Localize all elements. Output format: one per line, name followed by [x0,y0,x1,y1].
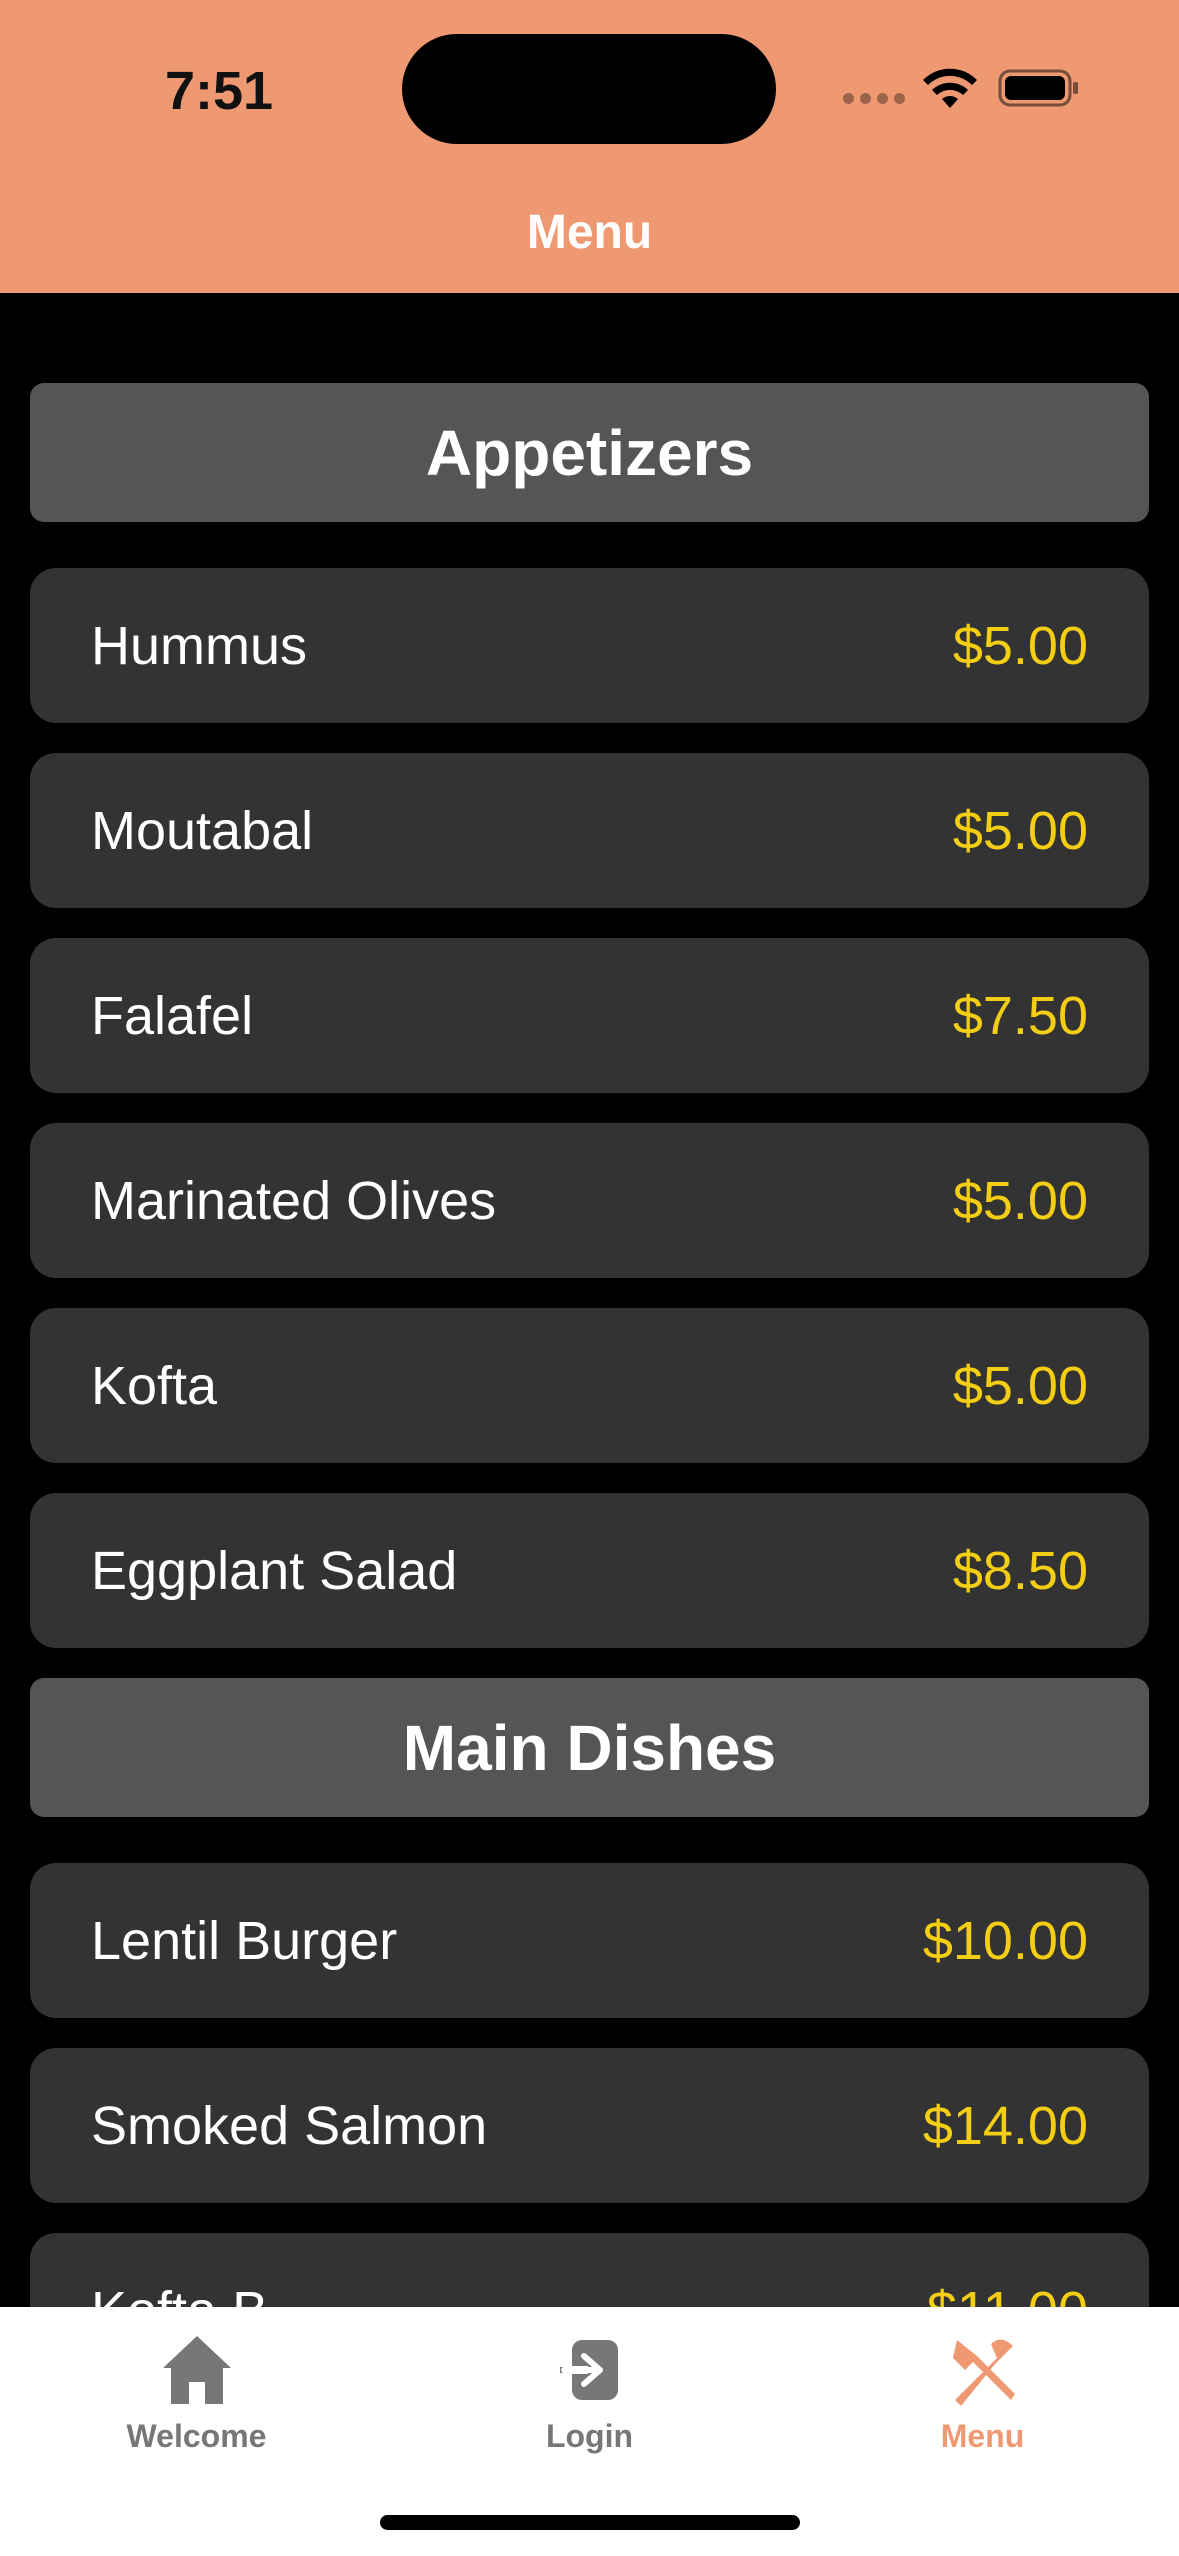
item-name: Marinated Olives [91,1170,497,1231]
item-name: Hummus [91,615,308,676]
navigation-header: 7:51 Menu [0,0,1179,293]
section-header-main-dishes: Main Dishes [30,1678,1149,1817]
menu-item[interactable]: Kofta $5.00 [30,1308,1149,1463]
page-title: Menu [526,206,653,259]
menu-item[interactable]: Moutabal $5.00 [30,753,1149,908]
item-name: Lentil Burger [91,1910,398,1971]
menu-item[interactable]: Hummus $5.00 [30,568,1149,723]
item-name: Moutabal [91,800,314,861]
menu-item[interactable]: Falafel $7.50 [30,938,1149,1093]
tab-label: Welcome [126,2418,267,2454]
fork-knife-icon [952,2339,1015,2406]
item-price: $5.00 [952,1170,1088,1231]
wifi-icon [923,68,977,108]
tab-bar: Welcome Login Menu [0,2307,1179,2556]
item-price: $14.00 [922,2095,1088,2156]
tab-menu[interactable]: Menu [786,2307,1179,2487]
item-price: $10.00 [922,1910,1088,1971]
menu-item[interactable]: Marinated Olives $5.00 [30,1123,1149,1278]
menu-item[interactable]: Eggplant Salad $8.50 [30,1493,1149,1648]
battery-icon [998,69,1078,107]
menu-list[interactable]: Appetizers Hummus $5.00 Moutabal $5.00 F… [30,383,1149,2418]
item-price: $8.50 [952,1540,1088,1601]
item-name: Eggplant Salad [91,1540,458,1601]
section-header-appetizers: Appetizers [30,383,1149,522]
item-price: $5.00 [952,1355,1088,1416]
home-indicator [380,2515,800,2530]
tab-label: Menu [940,2418,1025,2454]
item-price: $5.00 [952,800,1088,861]
tab-label: Login [545,2418,634,2454]
item-name: Falafel [91,985,254,1046]
menu-item[interactable]: Smoked Salmon $14.00 [30,2048,1149,2203]
dynamic-island [402,34,776,144]
item-price: $5.00 [952,615,1088,676]
status-time: 7:51 [165,61,274,121]
item-name: Kofta [91,1355,218,1416]
login-arrow-icon [557,2340,618,2400]
menu-item[interactable]: Lentil Burger $10.00 [30,1863,1149,2018]
item-price: $7.50 [952,985,1088,1046]
tab-login[interactable]: Login [393,2307,786,2487]
cellular-signal-icon [843,93,905,104]
tab-welcome[interactable]: Welcome [0,2307,393,2487]
house-icon [162,2336,231,2404]
item-name: Smoked Salmon [91,2095,488,2156]
